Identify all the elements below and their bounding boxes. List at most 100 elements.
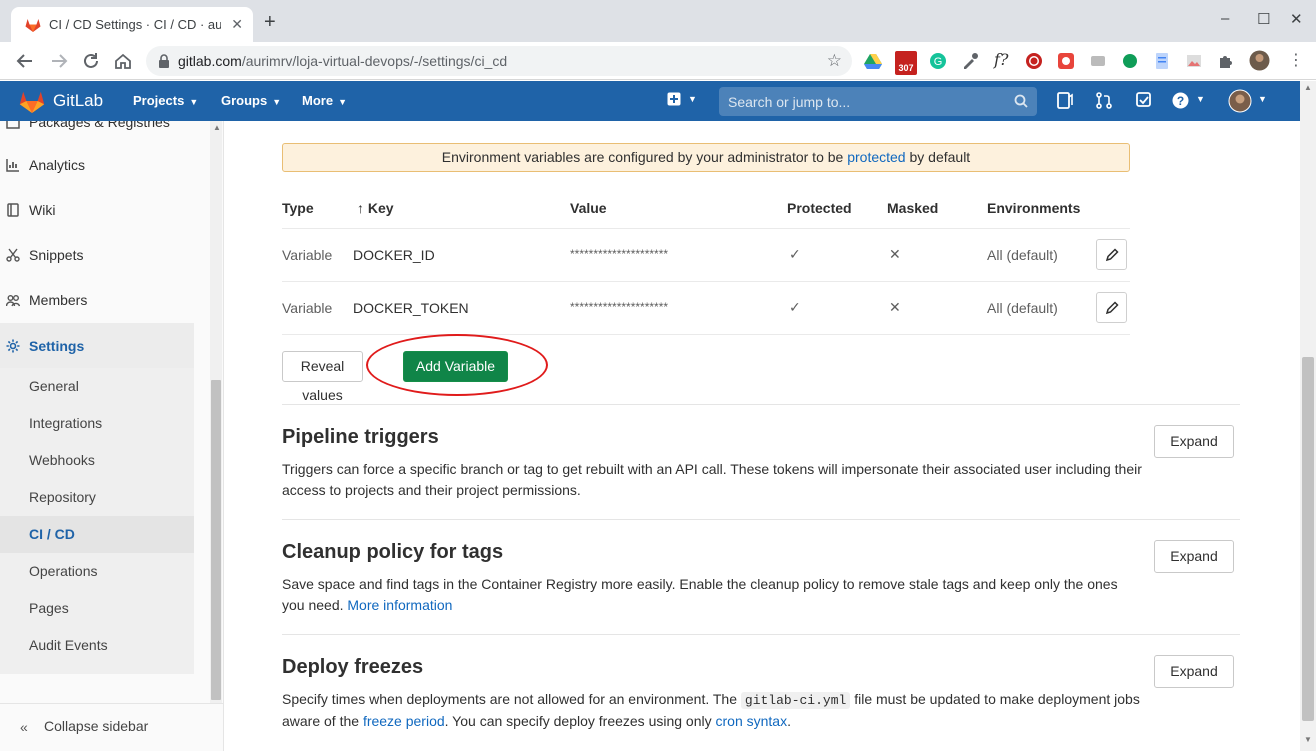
sidebar-sub-ci-cd[interactable]: CI / CD [29, 526, 75, 542]
gitlab-favicon-icon [25, 19, 41, 32]
more-menu[interactable]: More ▼ [302, 93, 347, 108]
edit-variable-button[interactable] [1096, 292, 1127, 323]
gitlab-brand[interactable]: GitLab [53, 91, 103, 111]
scroll-up-arrow-icon[interactable]: ▲ [213, 123, 221, 132]
groups-menu[interactable]: Groups ▼ [221, 93, 281, 108]
document-extension-icon[interactable] [1153, 52, 1171, 70]
sidebar-sub-pages[interactable]: Pages [29, 600, 69, 616]
profile-avatar-icon[interactable] [1249, 50, 1270, 71]
section-title-pipeline-triggers: Pipeline triggers [282, 426, 439, 448]
sidebar-item-snippets[interactable]: Snippets [0, 232, 194, 277]
todo-icon[interactable] [1136, 92, 1152, 108]
home-icon[interactable] [112, 50, 134, 72]
sidebar-sub-webhooks[interactable]: Webhooks [29, 452, 95, 468]
user-avatar-icon[interactable] [1228, 89, 1252, 113]
sidebar-sub-repository[interactable]: Repository [29, 489, 96, 505]
collapse-sidebar-button[interactable]: « Collapse sidebar [0, 703, 223, 751]
browser-tab-bar: CI / CD Settings · CI / CD · aurimrv / l… [0, 0, 1316, 42]
x-icon: ✕ [889, 299, 901, 315]
sidebar-scrollbar-thumb[interactable] [211, 380, 221, 700]
search-icon[interactable] [1014, 94, 1028, 108]
protected-link[interactable]: protected [847, 149, 905, 165]
projects-menu[interactable]: Projects ▼ [133, 93, 198, 108]
row-key: DOCKER_TOKEN [353, 300, 469, 316]
search-input[interactable] [719, 87, 1009, 116]
image-extension-icon[interactable] [1185, 52, 1203, 70]
expand-pipeline-triggers-button[interactable]: Expand [1154, 425, 1234, 458]
new-tab-icon[interactable]: + [264, 12, 276, 32]
more-information-link[interactable]: More information [347, 597, 452, 613]
back-arrow-icon[interactable] [14, 50, 36, 72]
row-environments: All (default) [987, 247, 1058, 263]
add-variable-button[interactable]: Add Variable [403, 351, 508, 382]
row-value: ********************* [570, 300, 669, 314]
merge-request-icon[interactable] [1096, 92, 1112, 109]
address-bar[interactable]: gitlab.com/aurimrv/loja-virtual-devops/-… [146, 46, 852, 76]
tab-close-icon[interactable]: ✕ [231, 16, 243, 33]
table-divider [282, 228, 1130, 229]
screen-extension-icon[interactable] [1089, 52, 1107, 70]
sidebar-item-members[interactable]: Members [0, 277, 194, 322]
eyedropper-icon[interactable] [961, 52, 979, 70]
gitlab-header: GitLab Projects▼ Groups▼ More▼ ▼ ? ▼ ▼ [0, 81, 1300, 121]
reveal-values-button[interactable]: Reveal values [282, 351, 363, 403]
sidebar-item-packages[interactable]: Packages & Registries [0, 121, 194, 144]
tab-title: CI / CD Settings · CI / CD · aurimrv / l… [49, 17, 221, 32]
check-icon: ✓ [789, 299, 801, 315]
book-icon [7, 202, 19, 217]
minimize-icon[interactable]: – [1221, 10, 1229, 27]
issues-icon[interactable] [1057, 92, 1073, 109]
sidebar-item-analytics[interactable]: Analytics [0, 142, 194, 187]
row-type: Variable [282, 247, 333, 263]
freeze-period-link[interactable]: freeze period [363, 713, 445, 729]
scroll-up-arrow-icon[interactable]: ▲ [1304, 83, 1312, 92]
browser-tab[interactable]: CI / CD Settings · CI / CD · aurimrv / l… [11, 7, 253, 42]
table-divider [282, 281, 1130, 282]
forward-arrow-icon[interactable] [48, 50, 70, 72]
double-chevron-left-icon: « [20, 719, 28, 735]
section-desc-pipeline-triggers: Triggers can force a specific branch or … [282, 461, 1142, 498]
expand-deploy-freezes-button[interactable]: Expand [1154, 655, 1234, 688]
sidebar-item-settings[interactable]: Settings [0, 323, 194, 368]
col-masked: Masked [887, 200, 939, 216]
gitlab-logo-icon[interactable] [19, 89, 45, 113]
sidebar-sub-general[interactable]: General [29, 378, 79, 394]
leaf-extension-icon[interactable] [1121, 52, 1139, 70]
section-desc-cleanup-policy: Save space and find tags in the Containe… [282, 576, 1118, 613]
sidebar-item-wiki[interactable]: Wiki [0, 187, 194, 232]
page-scrollbar[interactable]: ▲ ▼ [1300, 81, 1316, 751]
page-scrollbar-thumb[interactable] [1302, 357, 1314, 721]
expand-cleanup-policy-button[interactable]: Expand [1154, 540, 1234, 573]
lock-icon[interactable] [158, 54, 170, 68]
reload-icon[interactable] [80, 50, 102, 72]
grammarly-icon[interactable]: G [929, 52, 947, 70]
formula-icon[interactable]: f? [994, 50, 1012, 69]
close-window-icon[interactable]: ✕ [1290, 10, 1303, 28]
search-box[interactable] [719, 87, 1037, 116]
pencil-icon [1105, 248, 1119, 262]
red-square-extension-icon[interactable] [1057, 52, 1075, 70]
col-key[interactable]: ↑ Key [357, 200, 394, 216]
chevron-down-icon[interactable]: ▼ [688, 94, 697, 104]
record-icon[interactable] [1025, 52, 1043, 70]
sidebar-sub-operations[interactable]: Operations [29, 563, 97, 579]
url-text: gitlab.com/aurimrv/loja-virtual-devops/-… [178, 53, 508, 69]
chevron-down-icon[interactable]: ▼ [1258, 94, 1267, 104]
scroll-down-arrow-icon[interactable]: ▼ [1304, 735, 1312, 744]
puzzle-extensions-icon[interactable] [1217, 52, 1235, 70]
edit-variable-button[interactable] [1096, 239, 1127, 270]
cron-syntax-link[interactable]: cron syntax [716, 713, 788, 729]
protected-variables-alert: Environment variables are configured by … [282, 143, 1130, 172]
sidebar-sub-audit-events[interactable]: Audit Events [29, 637, 108, 653]
maximize-icon[interactable]: ☐ [1257, 10, 1270, 28]
chevron-down-icon[interactable]: ▼ [1196, 94, 1205, 104]
browser-menu-icon[interactable]: ⋮ [1288, 50, 1306, 69]
help-icon[interactable]: ? [1172, 92, 1189, 109]
google-drive-icon[interactable] [864, 52, 882, 70]
bookmark-star-icon[interactable]: ☆ [827, 51, 842, 71]
col-protected: Protected [787, 200, 852, 216]
package-icon [6, 121, 20, 129]
users-icon [6, 294, 20, 306]
plus-square-icon[interactable] [667, 92, 681, 106]
sidebar-sub-integrations[interactable]: Integrations [29, 415, 102, 431]
